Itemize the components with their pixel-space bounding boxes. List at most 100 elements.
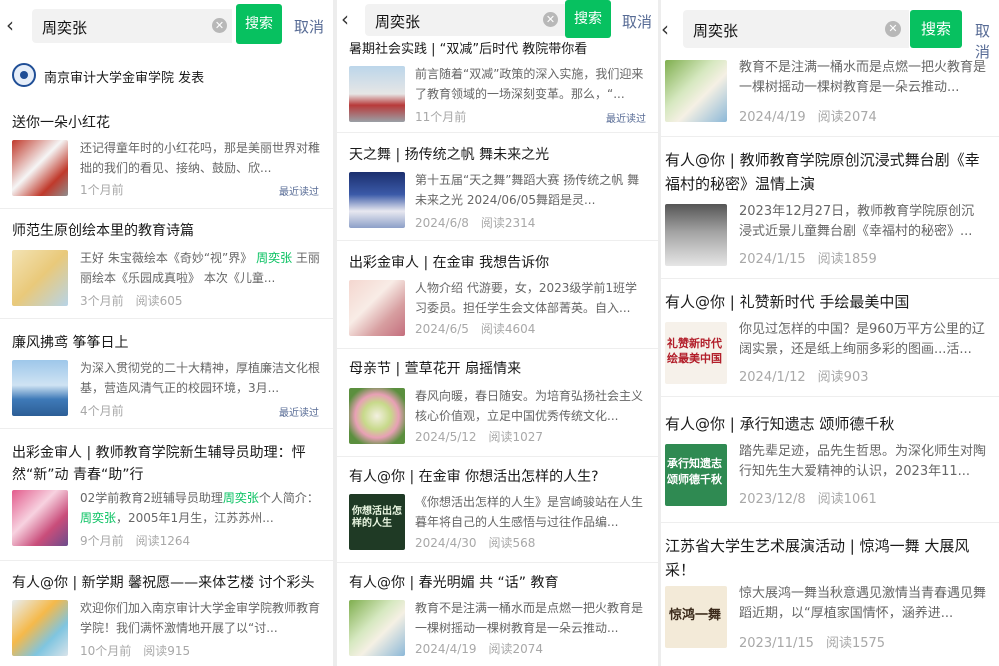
- article-thumbnail: [349, 600, 405, 656]
- article-date: 11个月前: [415, 110, 467, 124]
- article-title: 有人@你 | 礼赞新时代 手绘最美中国: [665, 293, 910, 311]
- cancel-button[interactable]: 取消: [975, 20, 999, 62]
- search-bar: ‹ 周奕张 ✕ 搜索 取消: [337, 0, 658, 40]
- list-item[interactable]: 教育不是注满一桶水而是点燃一把火教育是一棵树摇动一棵树教育是一朵云推动... 2…: [661, 56, 999, 137]
- article-meta: 1个月前: [80, 181, 124, 198]
- list-item[interactable]: 有人@你 | 春光明媚 共 “话” 教育 教育不是注满一桶水而是点燃一把火教育是…: [337, 572, 658, 666]
- article-thumbnail: 你想活出怎样的人生: [349, 494, 405, 550]
- article-reads: 阅读605: [135, 294, 183, 308]
- list-item[interactable]: 有人@你 | 新学期 馨祝愿——来体艺楼 讨个彩头 欢迎你们加入南京审计大学金审…: [0, 572, 333, 666]
- list-item[interactable]: 有人@你 | 礼赞新时代 手绘最美中国 礼赞新时代 绘最美中国 你见过怎样的中国…: [661, 290, 999, 397]
- back-arrow-icon[interactable]: ‹: [661, 18, 675, 40]
- thumbnail-caption: 惊鸿一舞: [669, 608, 722, 623]
- summary-text: 王好 朱宝薇绘本《奇妙“视”界》: [80, 251, 253, 265]
- search-button[interactable]: 搜索: [236, 4, 282, 44]
- publisher-logo-icon: [12, 63, 36, 87]
- search-results-panel-1: ‹ 周奕张 ✕ 搜索 取消 南京审计大学金审学院 发表 送你一朵小红花 还记得童…: [0, 0, 333, 666]
- article-date: 2024/1/15: [739, 252, 806, 267]
- search-results-panel-2: ‹ 周奕张 ✕ 搜索 取消 暑期社会实践 | “双减”后时代 教院带你看 前言随…: [337, 0, 658, 666]
- article-summary: 欢迎你们加入南京审计大学金审学院教师教育学院！我们满怀激情地开展了以“讨...: [80, 601, 321, 635]
- article-title: 母亲节 | 萱草花开 扇摇情来: [349, 361, 522, 377]
- search-input[interactable]: 周奕张 ✕: [683, 10, 909, 48]
- list-item[interactable]: 出彩金审人 | 教师教育学院新生辅导员助理：怦然“新”动 青春“助”行 02学前…: [0, 442, 333, 561]
- article-meta: 2024/6/5 阅读4604: [415, 320, 535, 337]
- list-item[interactable]: 母亲节 | 萱草花开 扇摇情来 春风向暖，春日随安。为培育弘扬社会主义核心价值观…: [337, 358, 658, 457]
- article-reads: 阅读1575: [825, 636, 886, 651]
- article-summary: 第十五届“天之舞”舞蹈大赛 扬传统之帆 舞未来之光 2024/06/05舞蹈是灵…: [415, 173, 640, 207]
- article-thumbnail: [349, 172, 405, 228]
- search-query-text: 周奕张: [375, 13, 421, 31]
- article-meta: 11个月前: [415, 108, 466, 125]
- article-title: 出彩金审人 | 教师教育学院新生辅导员助理：怦然“新”动 青春“助”行: [12, 445, 306, 483]
- search-bar: ‹ 周奕张 ✕ 搜索 取消: [0, 0, 333, 52]
- search-button[interactable]: 搜索: [910, 10, 962, 48]
- article-summary: 你见过怎样的中国？是960万平方公里的辽阔实景，还是纸上绚丽多彩的图画...活.…: [739, 322, 985, 357]
- search-bar: ‹ 周奕张 ✕ 搜索 取消: [661, 0, 999, 61]
- publisher-name: 南京审计大学金审学院 发表: [44, 71, 205, 86]
- article-title: 暑期社会实践 | “双减”后时代 教院带你看: [349, 42, 588, 57]
- article-summary: 2023年12月27日，教师教育学院原创沉浸式近景儿童舞台剧《幸福村的秘密》..…: [739, 204, 975, 239]
- article-summary: 02学前教育2班辅导员助理周奕张个人简介： 周奕张，2005年1月生，江苏苏州.…: [80, 488, 321, 528]
- article-date: 2024/1/12: [739, 370, 806, 385]
- summary-text: ，2005年1月生，江苏苏州...: [116, 511, 274, 525]
- cancel-button[interactable]: 取消: [622, 11, 652, 32]
- list-item[interactable]: 出彩金审人 | 在金审 我想告诉你 人物介绍 代游要，女，2023级学前1班学习…: [337, 252, 658, 349]
- article-summary: 教育不是注满一桶水而是点燃一把火教育是一棵树摇动一棵树教育是一朵云推动...: [739, 60, 987, 95]
- article-summary: 《你想活出怎样的人生》是宫崎骏站在人生暮年将自己的人生感悟与过往作品编...: [415, 495, 644, 529]
- article-meta: 2023/11/15 阅读1575: [739, 632, 885, 651]
- list-item[interactable]: 廉风拂鸢 筝筝日上 为深入贯彻党的二十大精神，厚植廉洁文化根基，营造风清气正的校…: [0, 332, 333, 429]
- article-title: 廉风拂鸢 筝筝日上: [12, 335, 129, 351]
- search-input[interactable]: 周奕张 ✕: [32, 9, 232, 43]
- back-arrow-icon[interactable]: ‹: [6, 14, 20, 36]
- article-date: 2024/5/12: [415, 430, 477, 444]
- article-date: 2024/6/8: [415, 216, 469, 230]
- article-thumbnail: [12, 600, 68, 656]
- article-date: 2024/4/19: [415, 642, 477, 656]
- highlight-text: 周奕张: [256, 251, 293, 265]
- cancel-button[interactable]: 取消: [294, 16, 324, 37]
- article-date: 1个月前: [80, 183, 124, 197]
- clear-icon[interactable]: ✕: [543, 12, 558, 27]
- search-button[interactable]: 搜索: [565, 0, 611, 38]
- search-query-text: 周奕张: [42, 19, 88, 37]
- article-title: 有人@你 | 在金审 你想活出怎样的人生?: [349, 469, 599, 485]
- article-thumbnail: [12, 490, 68, 546]
- article-meta: 2023/12/8 阅读1061: [739, 488, 877, 507]
- summary-text: 个人简介：: [258, 491, 319, 505]
- article-title: 有人@你 | 教师教育学院原创沉浸式舞台剧《幸福村的秘密》温情上演: [665, 151, 980, 193]
- article-meta: 2024/1/12 阅读903: [739, 366, 869, 385]
- list-item[interactable]: 有人@你 | 承行知遗志 颂师德千秋 承行知遗志 颂师德千秋 踏先辈足迹，品先生…: [661, 412, 999, 523]
- article-reads: 阅读1859: [817, 252, 877, 267]
- article-meta: 3个月前 阅读605: [80, 292, 183, 309]
- article-thumbnail: [12, 250, 68, 306]
- list-item[interactable]: 天之舞 | 扬传统之帆 舞未来之光 第十五届“天之舞”舞蹈大赛 扬传统之帆 舞未…: [337, 144, 658, 241]
- article-reads: 阅读1027: [488, 430, 544, 444]
- article-summary: 还记得童年时的小红花吗，那是美丽世界对稚拙的我们的看见、接纳、鼓励、欣...: [80, 141, 321, 175]
- article-reads: 阅读903: [817, 370, 869, 385]
- list-item[interactable]: 师范生原创绘本里的教育诗篇 王好 朱宝薇绘本《奇妙“视”界》 周奕张 王丽丽绘本…: [0, 220, 333, 319]
- article-date: 2024/4/19: [739, 110, 806, 125]
- article-meta: 2024/4/19 阅读2074: [739, 106, 877, 125]
- article-summary: 踏先辈足迹，品先生哲思。为深化师生对陶行知先生大爱精神的认识，2023年11..…: [739, 444, 987, 479]
- list-item[interactable]: 有人@你 | 教师教育学院原创沉浸式舞台剧《幸福村的秘密》温情上演 2023年1…: [661, 148, 999, 279]
- article-summary: 惊大展鸿一舞当秋意遇见激情当青春遇见舞蹈近期，以“厚植家国情怀，涵养进...: [739, 586, 987, 621]
- search-input[interactable]: 周奕张 ✕: [365, 4, 565, 36]
- list-item[interactable]: 暑期社会实践 | “双减”后时代 教院带你看 前言随着“双减”政策的深入实施，我…: [337, 40, 658, 133]
- recently-read-badge: 最近读过: [279, 408, 319, 419]
- article-thumbnail: [349, 280, 405, 336]
- list-item[interactable]: 送你一朵小红花 还记得童年时的小红花吗，那是美丽世界对稚拙的我们的看见、接纳、鼓…: [0, 112, 333, 209]
- article-summary: 春风向暖，春日随安。为培育弘扬社会主义核心价值观，立足中国优秀传统文化...: [415, 389, 644, 423]
- list-item[interactable]: 江苏省大学生艺术展演活动 | 惊鸿一舞 大展风采！ 惊鸿一舞 惊大展鸿一舞当秋意…: [661, 534, 999, 666]
- article-thumbnail: [665, 60, 727, 122]
- article-meta: 2024/4/19 阅读2074: [415, 640, 543, 657]
- clear-icon[interactable]: ✕: [885, 21, 901, 37]
- article-thumbnail: 惊鸿一舞: [665, 586, 727, 648]
- article-meta: 2024/6/8 阅读2314: [415, 214, 535, 231]
- highlight-text: 周奕张: [80, 511, 117, 525]
- back-arrow-icon[interactable]: ‹: [341, 8, 355, 30]
- clear-icon[interactable]: ✕: [212, 18, 227, 33]
- article-thumbnail: [12, 140, 68, 196]
- article-date: 10个月前: [80, 644, 132, 658]
- list-item[interactable]: 有人@你 | 在金审 你想活出怎样的人生? 你想活出怎样的人生 《你想活出怎样的…: [337, 466, 658, 563]
- article-reads: 阅读1061: [817, 492, 877, 507]
